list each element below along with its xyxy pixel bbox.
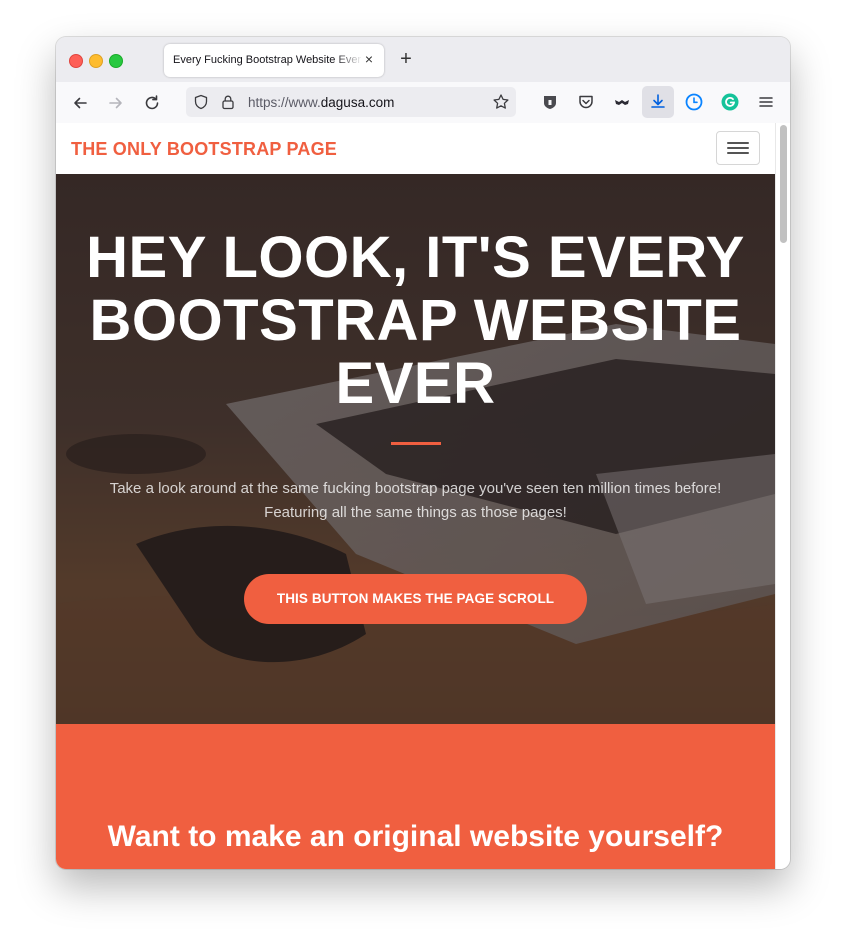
navigation-toolbar: https://www.dagusa.com [56, 82, 790, 124]
window-zoom-button[interactable] [109, 54, 123, 68]
download-icon [651, 94, 665, 108]
toggler-bar-top [727, 142, 749, 144]
forward-button[interactable] [106, 93, 126, 113]
page-scrollbar[interactable] [775, 123, 790, 869]
page-viewport: THE ONLY BOOTSTRAP PAGE HEY LOOK, IT'S E… [56, 123, 775, 869]
toggler-bar-bottom [727, 152, 749, 154]
browser-window: Every Fucking Bootstrap Website Ever × +… [56, 37, 790, 869]
browser-tab[interactable]: Every Fucking Bootstrap Website Ever × [164, 44, 384, 77]
new-tab-button[interactable]: + [397, 49, 415, 69]
url-host: dagusa.com [320, 95, 395, 110]
lock-icon[interactable] [220, 94, 236, 110]
reload-icon [145, 95, 159, 110]
hero-divider [391, 442, 441, 445]
cta-section: Want to make an original website yoursel… [56, 724, 775, 869]
extension-keeper-button[interactable] [540, 92, 560, 112]
hamburger-menu-icon [759, 97, 773, 107]
tab-title: Every Fucking Bootstrap Website Ever [173, 54, 362, 66]
arrow-right-icon [109, 97, 122, 109]
toggler-bar-middle [727, 147, 749, 149]
mask-extension-icon [615, 100, 629, 105]
cta-heading: Want to make an original website yoursel… [107, 820, 724, 853]
reload-button[interactable] [142, 93, 162, 113]
bookmark-star-icon[interactable] [492, 93, 510, 111]
tab-bar: Every Fucking Bootstrap Website Ever × + [56, 37, 790, 82]
hero-section: HEY LOOK, IT'S EVERY BOOTSTRAP WEBSITE E… [56, 174, 775, 724]
pocket-icon [579, 95, 593, 109]
scroll-button[interactable]: THIS BUTTON MAKES THE PAGE SCROLL [244, 574, 587, 624]
address-bar[interactable]: https://www.dagusa.com [186, 87, 516, 117]
navbar-toggle-button[interactable] [716, 131, 760, 165]
site-navbar: THE ONLY BOOTSTRAP PAGE [56, 123, 775, 175]
window-close-button[interactable] [69, 54, 83, 68]
hero-heading: HEY LOOK, IT'S EVERY BOOTSTRAP WEBSITE E… [86, 225, 745, 416]
pocket-button[interactable] [576, 92, 596, 112]
scrollbar-thumb[interactable] [780, 125, 787, 243]
url-scheme: https://www. [248, 95, 321, 110]
tab-close-icon[interactable]: × [362, 52, 376, 66]
extension-button[interactable] [612, 92, 632, 112]
shield-extension-icon [544, 96, 556, 109]
tracking-shield-icon[interactable] [193, 94, 209, 110]
back-button[interactable] [70, 93, 90, 113]
grammarly-icon [721, 93, 739, 111]
site-brand-link[interactable]: THE ONLY BOOTSTRAP PAGE [71, 139, 337, 160]
url-text[interactable]: https://www.dagusa.com [248, 95, 394, 110]
grammarly-button[interactable] [720, 92, 740, 112]
clock-icon [685, 93, 703, 111]
arrow-left-icon [74, 97, 87, 109]
clock-extension-button[interactable] [684, 92, 704, 112]
app-menu-button[interactable] [756, 92, 776, 112]
window-minimize-button[interactable] [89, 54, 103, 68]
downloads-button[interactable] [642, 86, 674, 118]
hero-subtitle: Take a look around at the same fucking b… [109, 480, 722, 521]
